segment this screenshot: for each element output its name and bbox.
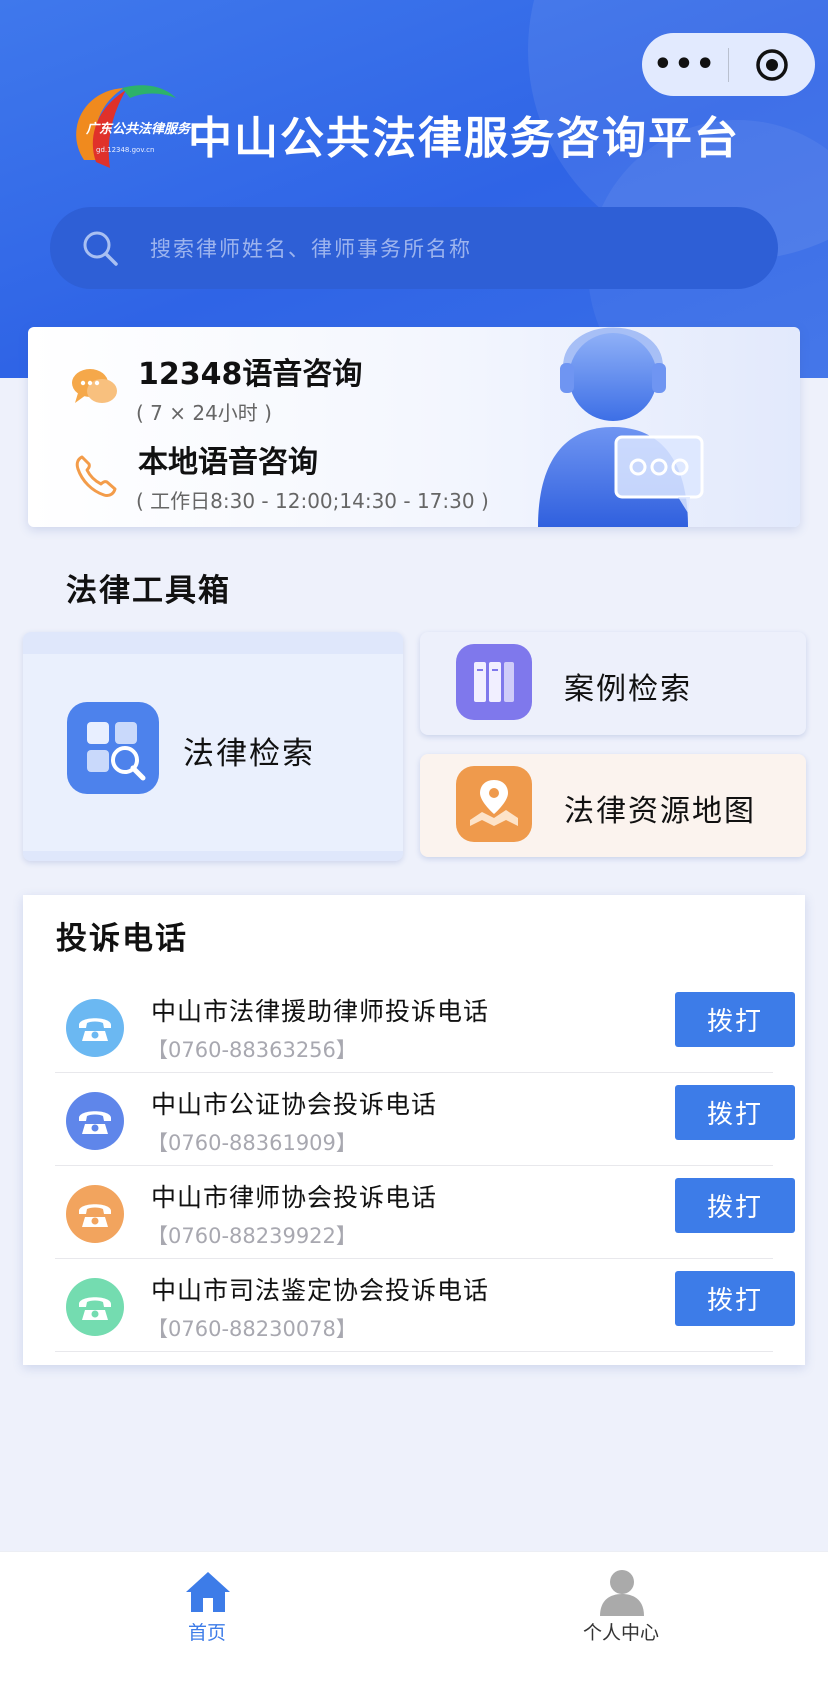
- search-icon: [83, 231, 118, 266]
- complaint-name: 中山市法律援助律师投诉电话: [151, 997, 490, 1026]
- user-icon: [600, 1570, 644, 1616]
- resource-map-tile[interactable]: 法律资源地图: [420, 754, 806, 857]
- case-search-label: 案例检索: [564, 672, 692, 707]
- logo-url: gd.12348.gov.cn: [96, 146, 155, 154]
- tab-home[interactable]: 首页: [107, 1552, 307, 1685]
- dial-button[interactable]: 拨打: [675, 992, 795, 1047]
- complaint-name: 中山市公证协会投诉电话: [151, 1090, 438, 1119]
- law-search-icon: [67, 702, 159, 794]
- customer-service-agent-illustration: [538, 327, 704, 527]
- case-search-tile[interactable]: 案例检索: [420, 632, 806, 735]
- consult-hours: ( 7 × 24小时 ): [136, 401, 272, 425]
- search-bar[interactable]: 搜索律师姓名、律师事务所名称: [50, 207, 778, 289]
- voice-consult-card: 12348语音咨询 ( 7 × 24小时 ) 本地语音咨询 ( 工作日8:30 …: [28, 327, 800, 527]
- consult-hours: ( 工作日8:30 - 12:00;14:30 - 17:30 ): [136, 489, 489, 513]
- books-icon: [456, 644, 532, 720]
- list-item: 中山市法律援助律师投诉电话 【0760-88363256】 拨打: [55, 980, 795, 1073]
- resource-map-label: 法律资源地图: [564, 794, 756, 829]
- dial-button[interactable]: 拨打: [675, 1085, 795, 1140]
- dial-button[interactable]: 拨打: [675, 1271, 795, 1326]
- complaint-number: 【0760-88363256】: [147, 1038, 357, 1062]
- search-placeholder: 搜索律师姓名、律师事务所名称: [150, 237, 472, 261]
- consult-title: 12348语音咨询: [138, 357, 363, 392]
- complaint-phone-panel: 投诉电话 中山市法律援助律师投诉电话 【0760-88363256】 拨打 中山…: [23, 895, 805, 1365]
- tab-label: 个人中心: [582, 1622, 659, 1644]
- miniprogram-capsule: •••: [642, 33, 815, 96]
- tab-profile[interactable]: 个人中心: [521, 1552, 721, 1685]
- complaint-number: 【0760-88239922】: [147, 1224, 357, 1248]
- map-pin-icon: [456, 766, 532, 842]
- consult-title: 本地语音咨询: [138, 445, 318, 480]
- law-search-label: 法律检索: [183, 736, 315, 772]
- more-menu-icon[interactable]: •••: [642, 33, 728, 96]
- complaint-name: 中山市司法鉴定协会投诉电话: [151, 1276, 490, 1305]
- tab-bar: 首页 个人中心: [0, 1551, 828, 1685]
- telephone-icon: [66, 999, 124, 1057]
- toolbox-title: 法律工具箱: [64, 573, 233, 609]
- telephone-icon: [66, 1185, 124, 1243]
- tab-label: 首页: [187, 1622, 226, 1644]
- logo-text: 广东公共法律服务: [86, 122, 191, 137]
- telephone-icon: [66, 1092, 124, 1150]
- list-item: 中山市公证协会投诉电话 【0760-88361909】 拨打: [55, 1073, 795, 1166]
- complaint-number: 【0760-88361909】: [147, 1131, 357, 1155]
- dial-button[interactable]: 拨打: [675, 1178, 795, 1233]
- complaint-number: 【0760-88230078】: [147, 1317, 357, 1341]
- close-target-icon[interactable]: [729, 33, 815, 96]
- complaint-name: 中山市律师协会投诉电话: [151, 1183, 438, 1212]
- phone-icon: [75, 455, 117, 497]
- law-search-tile[interactable]: 法律检索: [23, 632, 403, 861]
- complaint-title: 投诉电话: [54, 921, 190, 957]
- page-title: 中山公共法律服务咨询平台: [188, 113, 740, 164]
- telephone-icon: [66, 1278, 124, 1336]
- chat-bubbles-icon: [72, 369, 117, 403]
- list-item: 中山市律师协会投诉电话 【0760-88239922】 拨打: [55, 1166, 795, 1259]
- home-icon: [186, 1572, 230, 1612]
- page: ••• 广东公共法律服务 gd.12348.gov.cn 中山公共法律服务咨询平…: [0, 0, 828, 1685]
- list-item: 中山市司法鉴定协会投诉电话 【0760-88230078】 拨打: [55, 1259, 795, 1352]
